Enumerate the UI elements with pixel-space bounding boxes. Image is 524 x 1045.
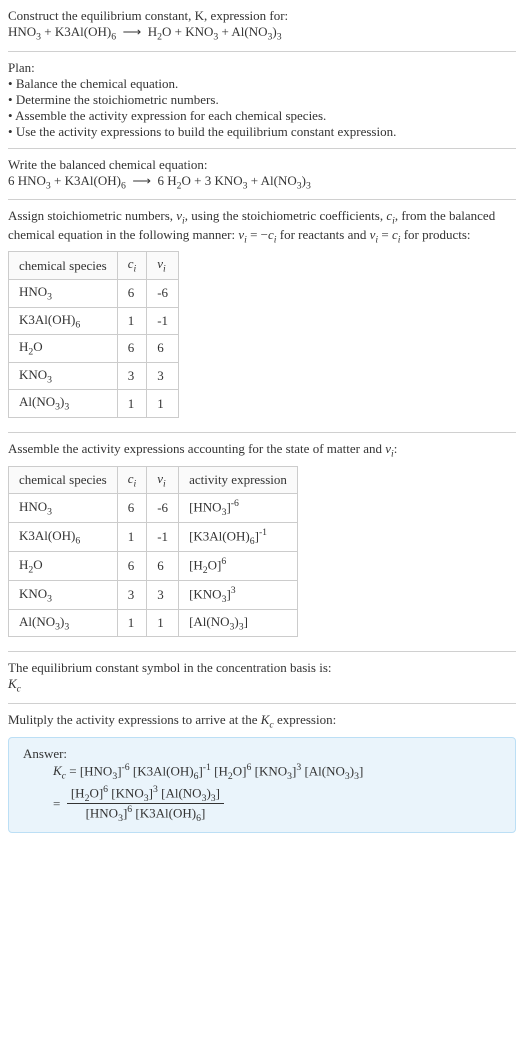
- col-ci: ci: [117, 466, 147, 494]
- cell-ci: 1: [117, 307, 147, 335]
- plan-bullet: • Assemble the activity expression for e…: [8, 108, 516, 124]
- fraction-numerator: [H2O]6 [KNO3]3 [Al(NO3)3]: [67, 784, 224, 805]
- plan-bullet-text: Balance the chemical equation.: [16, 76, 178, 91]
- table-row: Al(NO3)311[Al(NO3)3]: [9, 609, 298, 637]
- intro-line1: Construct the equilibrium constant, K, e…: [8, 8, 516, 24]
- col-species: chemical species: [9, 466, 118, 494]
- cell-species: H2O: [9, 335, 118, 363]
- final-section: Mulitply the activity expressions to arr…: [8, 703, 516, 841]
- symbol-section: The equilibrium constant symbol in the c…: [8, 651, 516, 703]
- table-row: HNO36-6[HNO3]-6: [9, 494, 298, 523]
- table-row: HNO36-6: [9, 279, 179, 307]
- stoich-section: Assign stoichiometric numbers, νi, using…: [8, 199, 516, 432]
- cell-ci: 3: [117, 362, 147, 390]
- table-row: Al(NO3)311: [9, 390, 179, 418]
- plan-section: Plan: • Balance the chemical equation. •…: [8, 51, 516, 148]
- col-species: chemical species: [9, 252, 118, 280]
- table-row: KNO333[KNO3]3: [9, 580, 298, 609]
- cell-ci: 6: [117, 335, 147, 363]
- table-row: K3Al(OH)61-1[K3Al(OH)6]-1: [9, 523, 298, 552]
- intro-equation: HNO3 + K3Al(OH)6 ⟶ H2O + KNO3 + Al(NO3)3: [8, 24, 516, 43]
- symbol-kc: Kc: [8, 676, 516, 695]
- cell-ci: 1: [117, 609, 147, 637]
- answer-expression: Kc = [HNO3]-6 [K3Al(OH)6]-1 [H2O]6 [KNO3…: [23, 762, 501, 825]
- table-row: K3Al(OH)61-1: [9, 307, 179, 335]
- cell-nui: 3: [147, 362, 179, 390]
- table-row: KNO333: [9, 362, 179, 390]
- balanced-equation: 6 HNO3 + K3Al(OH)6 ⟶ 6 H2O + 3 KNO3 + Al…: [8, 173, 516, 192]
- cell-ci: 1: [117, 390, 147, 418]
- cell-species: KNO3: [9, 580, 118, 609]
- cell-species: H2O: [9, 551, 118, 580]
- activity-heading: Assemble the activity expressions accoun…: [8, 441, 516, 460]
- cell-nui: -6: [147, 279, 179, 307]
- cell-species: HNO3: [9, 494, 118, 523]
- symbol-line1: The equilibrium constant symbol in the c…: [8, 660, 516, 676]
- answer-label: Answer:: [23, 746, 501, 762]
- cell-nui: -6: [147, 494, 179, 523]
- stoich-table: chemical species ci νi HNO36-6 K3Al(OH)6…: [8, 251, 179, 418]
- cell-nui: 6: [147, 551, 179, 580]
- col-activity: activity expression: [179, 466, 298, 494]
- cell-activity: [HNO3]-6: [179, 494, 298, 523]
- cell-species: Al(NO3)3: [9, 390, 118, 418]
- cell-nui: 1: [147, 390, 179, 418]
- activity-table: chemical species ci νi activity expressi…: [8, 466, 298, 638]
- cell-species: HNO3: [9, 279, 118, 307]
- table-row: H2O66: [9, 335, 179, 363]
- balanced-heading: Write the balanced chemical equation:: [8, 157, 516, 173]
- answer-box: Answer: Kc = [HNO3]-6 [K3Al(OH)6]-1 [H2O…: [8, 737, 516, 834]
- answer-line2: = [H2O]6 [KNO3]3 [Al(NO3)3] [HNO3]6 [K3A…: [53, 784, 501, 825]
- plan-bullet-text: Determine the stoichiometric numbers.: [16, 92, 219, 107]
- activity-section: Assemble the activity expressions accoun…: [8, 432, 516, 651]
- cell-nui: -1: [147, 523, 179, 552]
- final-heading: Mulitply the activity expressions to arr…: [8, 712, 516, 731]
- cell-activity: [Al(NO3)3]: [179, 609, 298, 637]
- plan-bullet: • Use the activity expressions to build …: [8, 124, 516, 140]
- plan-bullet: • Balance the chemical equation.: [8, 76, 516, 92]
- cell-ci: 3: [117, 580, 147, 609]
- cell-nui: 3: [147, 580, 179, 609]
- cell-ci: 6: [117, 551, 147, 580]
- table-header-row: chemical species ci νi: [9, 252, 179, 280]
- cell-nui: -1: [147, 307, 179, 335]
- plan-bullet: • Determine the stoichiometric numbers.: [8, 92, 516, 108]
- cell-species: KNO3: [9, 362, 118, 390]
- table-header-row: chemical species ci νi activity expressi…: [9, 466, 298, 494]
- fraction-denominator: [HNO3]6 [K3Al(OH)6]: [67, 804, 224, 824]
- cell-nui: 6: [147, 335, 179, 363]
- col-ci: ci: [117, 252, 147, 280]
- col-nui: νi: [147, 466, 179, 494]
- cell-nui: 1: [147, 609, 179, 637]
- plan-heading: Plan:: [8, 60, 516, 76]
- col-nui: νi: [147, 252, 179, 280]
- cell-species: Al(NO3)3: [9, 609, 118, 637]
- balanced-section: Write the balanced chemical equation: 6 …: [8, 148, 516, 200]
- cell-ci: 1: [117, 523, 147, 552]
- plan-bullet-text: Assemble the activity expression for eac…: [15, 108, 326, 123]
- plan-bullet-text: Use the activity expressions to build th…: [16, 124, 397, 139]
- cell-species: K3Al(OH)6: [9, 307, 118, 335]
- stoich-text: Assign stoichiometric numbers, νi, using…: [8, 208, 516, 245]
- intro-section: Construct the equilibrium constant, K, e…: [8, 8, 516, 51]
- cell-activity: [H2O]6: [179, 551, 298, 580]
- cell-ci: 6: [117, 279, 147, 307]
- answer-fraction: [H2O]6 [KNO3]3 [Al(NO3)3] [HNO3]6 [K3Al(…: [67, 784, 224, 825]
- answer-line1: Kc = [HNO3]-6 [K3Al(OH)6]-1 [H2O]6 [KNO3…: [53, 762, 501, 782]
- cell-activity: [KNO3]3: [179, 580, 298, 609]
- cell-ci: 6: [117, 494, 147, 523]
- table-row: H2O66[H2O]6: [9, 551, 298, 580]
- cell-activity: [K3Al(OH)6]-1: [179, 523, 298, 552]
- cell-species: K3Al(OH)6: [9, 523, 118, 552]
